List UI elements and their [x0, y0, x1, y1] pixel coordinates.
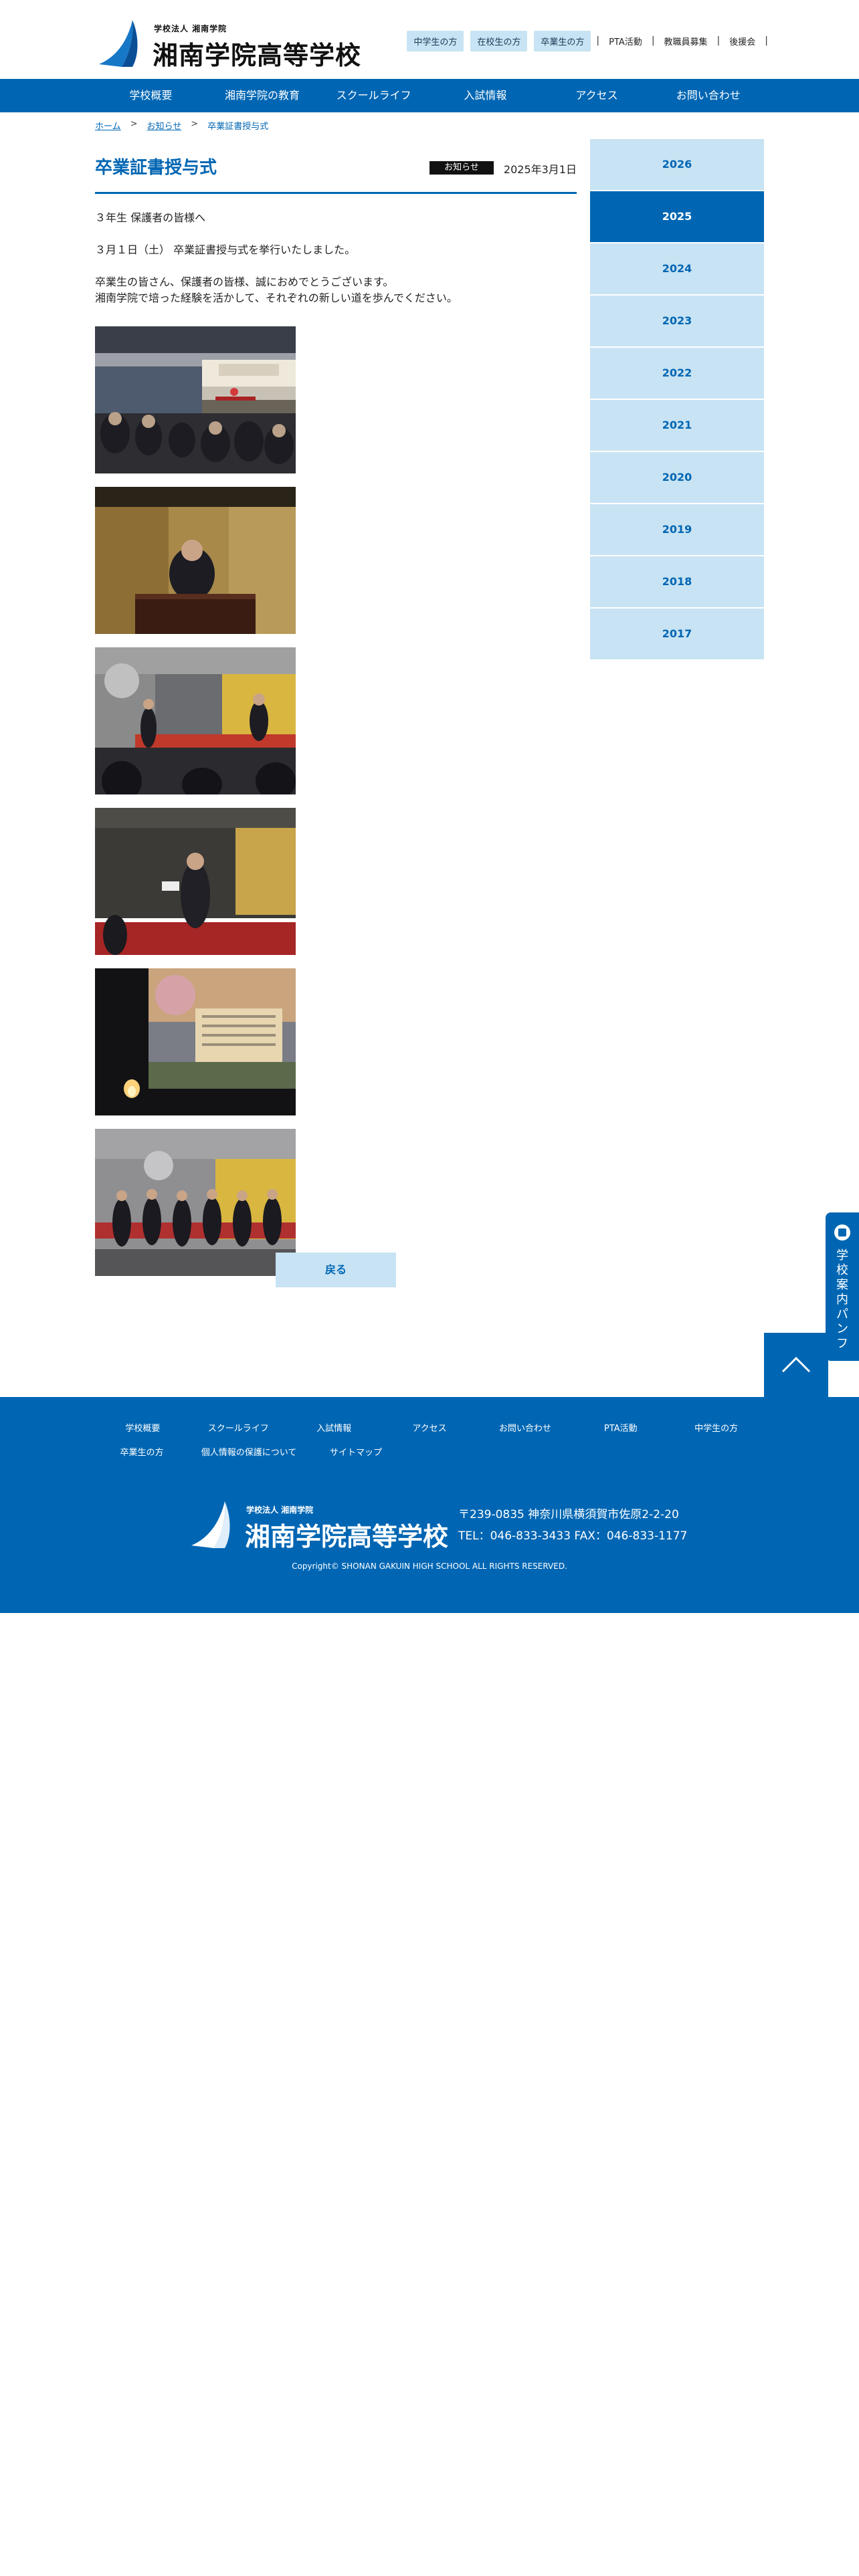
link-current-students[interactable]: 在校生の方	[470, 30, 528, 51]
breadcrumb: ホーム > お知らせ > 卒業証書授与式	[95, 119, 268, 132]
year-link-2020[interactable]: 2020	[590, 452, 764, 503]
divider: |	[765, 35, 768, 46]
year-link-2023[interactable]: 2023	[590, 296, 764, 346]
ceremony-photo	[95, 1129, 296, 1276]
paragraph: ３年生 保護者の皆様へ	[95, 211, 206, 224]
year-link-2024[interactable]: 2024	[590, 243, 764, 294]
copyright: Copyright© SHONAN GAKUIN HIGH SCHOOL ALL…	[292, 1562, 567, 1571]
year-archive-sidebar: 2026 2025 2024 2023 2022 2021 2020 2019 …	[590, 139, 764, 661]
chevron-up-icon	[781, 1356, 811, 1373]
ceremony-photo	[95, 647, 296, 794]
nav-item-access[interactable]: アクセス	[541, 79, 653, 112]
back-to-top-button[interactable]	[764, 1333, 828, 1397]
link-graduates[interactable]: 卒業生の方	[534, 30, 591, 51]
footer-nav: 学校概要 スクールライフ 入試情報 アクセス お問い合わせ PTA活動 中学生の…	[95, 1421, 764, 1434]
footer-link-contact[interactable]: お問い合わせ	[477, 1421, 573, 1434]
link-alumni[interactable]: 後援会	[725, 35, 759, 47]
back-button[interactable]: 戻る	[276, 1253, 396, 1287]
footer-link-about[interactable]: 学校概要	[95, 1421, 191, 1434]
site-header: 学校法人 湘南学院 湘南学院高等学校 中学生の方 在校生の方 卒業生の方 | P…	[0, 0, 859, 79]
link-junior-high[interactable]: 中学生の方	[407, 30, 464, 51]
paragraph-line: 卒業生の皆さん、保護者の皆様、誠におめでとうございます。	[95, 276, 394, 288]
ceremony-photo	[95, 968, 296, 1115]
logo-subtitle: 学校法人 湘南学院	[154, 24, 227, 33]
year-link-2019[interactable]: 2019	[590, 504, 764, 555]
article-body: ３年生 保護者の皆様へ ３月１日（土） 卒業証書授与式を挙行いたしました。 卒業…	[95, 210, 577, 306]
book-icon	[834, 1224, 850, 1241]
footer-link-pta[interactable]: PTA活動	[573, 1421, 668, 1434]
nav-item-education[interactable]: 湘南学院の教育	[207, 79, 318, 112]
pamphlet-label: 学校案内パンフ	[836, 1249, 848, 1351]
divider: |	[717, 35, 721, 46]
year-link-2017[interactable]: 2017	[590, 609, 764, 659]
footer-link-admission[interactable]: 入試情報	[286, 1421, 382, 1434]
logo-title: 湘南学院高等学校	[245, 1522, 449, 1551]
main-nav: 学校概要 湘南学院の教育 スクールライフ 入試情報 アクセス お問い合わせ	[0, 79, 859, 112]
article: 卒業証書授与式 お知らせ 2025年3月1日 ３年生 保護者の皆様へ ３月１日（…	[95, 139, 577, 1287]
ceremony-photo	[95, 808, 296, 955]
logo-subtitle: 学校法人 湘南学院	[246, 1505, 314, 1515]
nav-item-contact[interactable]: お問い合わせ	[652, 79, 764, 112]
footer-link-graduates[interactable]: 卒業生の方	[95, 1445, 189, 1458]
breadcrumb-home[interactable]: ホーム	[95, 119, 121, 132]
footer-logo[interactable]: 学校法人 湘南学院 湘南学院高等学校	[187, 1497, 448, 1551]
logo-emblem-icon	[191, 1501, 230, 1548]
page-title: 卒業証書授与式	[95, 158, 217, 178]
ceremony-photo	[95, 487, 296, 634]
year-link-2022[interactable]: 2022	[590, 348, 764, 399]
year-link-2018[interactable]: 2018	[590, 556, 764, 607]
breadcrumb-news[interactable]: お知らせ	[147, 119, 182, 132]
footer-link-junior-high[interactable]: 中学生の方	[668, 1421, 764, 1434]
nav-item-admission[interactable]: 入試情報	[430, 79, 541, 112]
footer-link-sitemap[interactable]: サイトマップ	[309, 1445, 403, 1458]
footer-tel-fax: TEL：046-833-3433 FAX：046-833-1177	[458, 1529, 688, 1543]
breadcrumb-separator: >	[191, 119, 199, 129]
divider: |	[651, 35, 655, 46]
footer-link-school-life[interactable]: スクールライフ	[191, 1421, 286, 1434]
top-utility-nav: 中学生の方 在校生の方 卒業生の方 | PTA活動 | 教職員募集 | 後援会 …	[400, 30, 773, 51]
paragraph: ３月１日（土） 卒業証書授与式を挙行いたしました。	[95, 243, 356, 256]
site-logo[interactable]: 学校法人 湘南学院 湘南学院高等学校	[95, 16, 361, 70]
year-link-2025[interactable]: 2025	[590, 191, 764, 242]
pamphlet-tab[interactable]: 学校案内パンフ	[826, 1212, 859, 1361]
footer-nav-secondary: 卒業生の方 個人情報の保護について サイトマップ	[95, 1445, 403, 1458]
footer-link-privacy[interactable]: 個人情報の保護について	[189, 1445, 309, 1458]
divider: |	[596, 35, 600, 46]
paragraph: 卒業生の皆さん、保護者の皆様、誠におめでとうございます。 湘南学院で培った経験を…	[95, 274, 577, 306]
logo-emblem-icon	[99, 20, 138, 67]
footer-contact-info: 〒239-0835 神奈川県横須賀市佐原2-2-20 TEL：046-833-3…	[458, 1504, 687, 1547]
paragraph-line: 湘南学院で培った経験を活かして、それぞれの新しい道を歩んでください。	[95, 292, 458, 304]
year-link-2026[interactable]: 2026	[590, 139, 764, 190]
link-pta[interactable]: PTA活動	[605, 35, 646, 47]
breadcrumb-separator: >	[130, 119, 138, 129]
logo-title: 湘南学院高等学校	[153, 41, 362, 70]
category-badge: お知らせ	[430, 161, 494, 175]
site-footer: 学校概要 スクールライフ 入試情報 アクセス お問い合わせ PTA活動 中学生の…	[0, 1397, 859, 1613]
footer-link-access[interactable]: アクセス	[382, 1421, 478, 1434]
breadcrumb-current: 卒業証書授与式	[207, 122, 269, 132]
link-recruit[interactable]: 教職員募集	[660, 35, 712, 47]
ceremony-photo	[95, 326, 296, 473]
article-date: 2025年3月1日	[503, 163, 577, 176]
footer-address: 〒239-0835 神奈川県横須賀市佐原2-2-20	[458, 1508, 679, 1521]
article-header: 卒業証書授与式 お知らせ 2025年3月1日	[95, 139, 577, 194]
year-link-2021[interactable]: 2021	[590, 400, 764, 451]
nav-item-school-life[interactable]: スクールライフ	[318, 79, 430, 112]
nav-item-about[interactable]: 学校概要	[95, 79, 207, 112]
